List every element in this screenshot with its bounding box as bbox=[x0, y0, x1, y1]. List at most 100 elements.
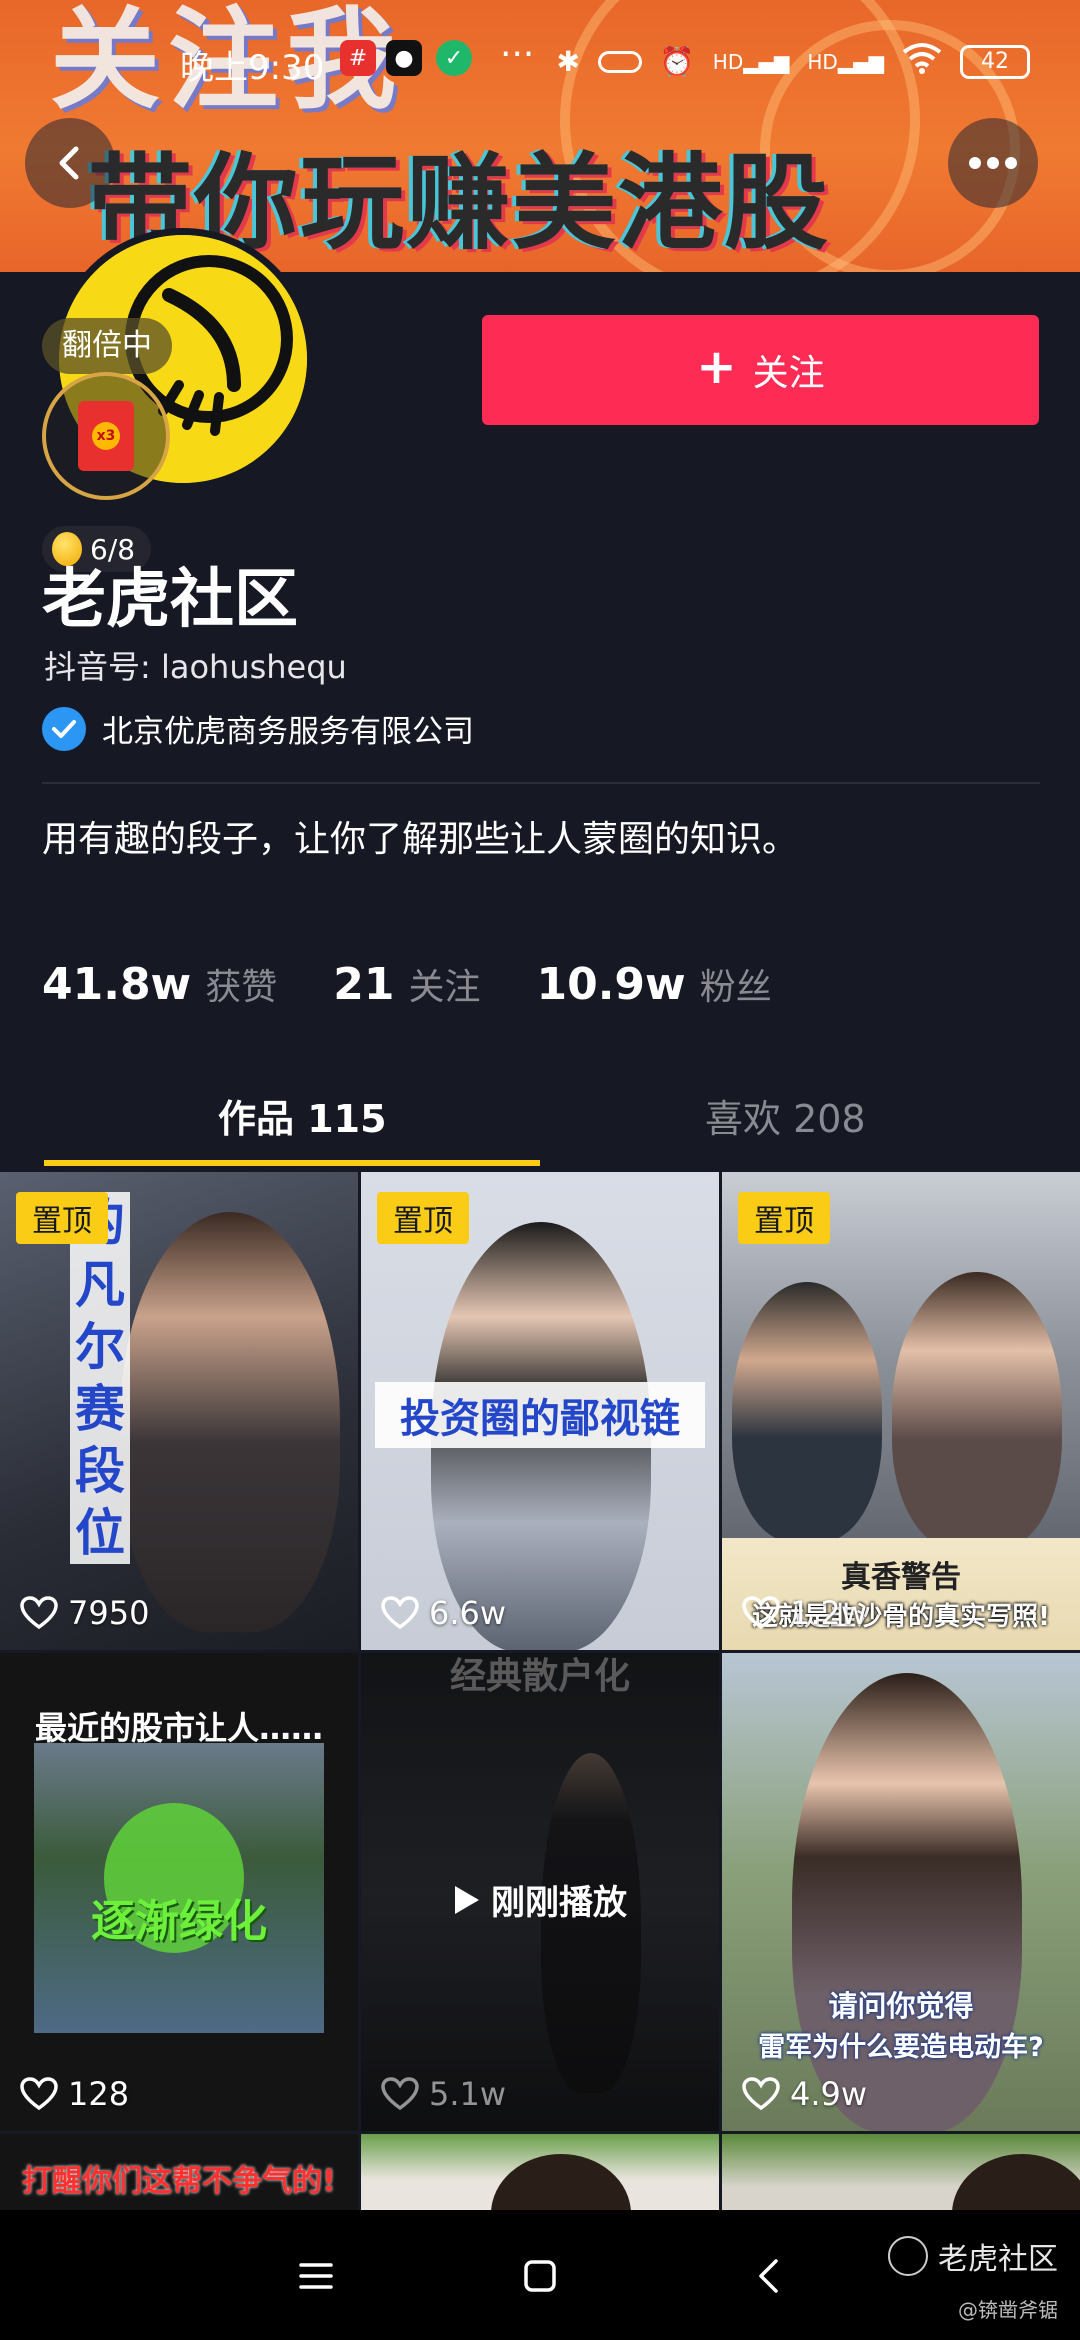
back-button[interactable] bbox=[25, 118, 115, 208]
video-tile[interactable]: 的凡尔赛段位 置顶 7950 bbox=[0, 1172, 358, 1650]
like-count: 7950 bbox=[20, 1594, 149, 1632]
stat-value: 41.8w bbox=[42, 959, 192, 1010]
watermark-sub: @锛凿斧锯 bbox=[958, 2298, 1058, 2322]
pinned-badge: 置顶 bbox=[16, 1192, 108, 1244]
like-count-value: 6.6w bbox=[429, 1594, 507, 1632]
heart-icon bbox=[742, 1596, 780, 1630]
status-bar: 晚上9:30 # ● ✓ ··· ✱ ⏰ HD▂▄▆ HD▂▄▆ 42 bbox=[0, 30, 1080, 90]
watermark: 老虎社区 bbox=[888, 2234, 1058, 2278]
verified-org-name: 北京优虎商务服务有限公司 bbox=[102, 714, 474, 750]
chevron-left-icon bbox=[759, 2259, 778, 2293]
doubling-badge[interactable]: 翻倍中 bbox=[42, 318, 172, 374]
play-icon bbox=[455, 1885, 479, 1914]
video-tile[interactable]: 最近的股市让人…… 逐渐绿化 128 bbox=[0, 1653, 358, 2131]
home-button[interactable] bbox=[512, 2248, 568, 2304]
stat-label: 获赞 bbox=[205, 967, 278, 1008]
video-caption: 打醒你们这帮不争气的! bbox=[22, 2164, 336, 2199]
alarm-icon: ⏰ bbox=[659, 45, 695, 78]
stat-likes[interactable]: 41.8w 获赞 bbox=[42, 958, 277, 1010]
home-square-icon bbox=[524, 2260, 556, 2292]
video-thumbnail bbox=[892, 1272, 1062, 1552]
like-count-value: 1.2w bbox=[790, 1594, 868, 1632]
douyin-id[interactable]: 抖音号: laohushequ bbox=[44, 642, 347, 688]
app-notification-icon: # bbox=[340, 40, 376, 76]
video-thumbnail bbox=[732, 1282, 882, 1542]
like-count-value: 7950 bbox=[68, 1594, 150, 1632]
video-thumbnail bbox=[491, 2154, 631, 2210]
stat-value: 21 bbox=[333, 959, 395, 1010]
just-played-label: 刚刚播放 bbox=[361, 1875, 719, 1924]
status-icons: ✱ ⏰ HD▂▄▆ HD▂▄▆ 42 bbox=[556, 42, 1030, 81]
heart-icon bbox=[381, 2077, 419, 2111]
bluetooth-icon: ✱ bbox=[556, 45, 580, 78]
chevron-left-icon bbox=[59, 146, 79, 180]
watermark-text: 老虎社区 bbox=[938, 2242, 1058, 2277]
stat-following[interactable]: 21 关注 bbox=[333, 958, 480, 1010]
hd-label: HD bbox=[807, 49, 838, 74]
qq-icon: ● bbox=[386, 40, 422, 76]
video-tile[interactable] bbox=[722, 2134, 1080, 2210]
video-tile[interactable]: 打醒你们这帮不争气的! bbox=[0, 2134, 358, 2210]
like-count: 4.9w bbox=[742, 2075, 867, 2113]
video-tile[interactable]: 真香警告 这就是韭沙骨的真实写照! 置顶 1.2w bbox=[722, 1172, 1080, 1650]
heart-icon bbox=[742, 2077, 780, 2111]
signal-icon: HD▂▄▆ bbox=[712, 49, 790, 74]
like-count-value: 4.9w bbox=[790, 2075, 868, 2113]
back-nav-button[interactable] bbox=[740, 2248, 796, 2304]
red-packet-icon: x3 bbox=[78, 401, 134, 471]
profile-bio: 用有趣的段子，让你了解那些让人蒙圈的知识。 bbox=[42, 819, 799, 860]
video-caption: 雷军为什么要造电动车? bbox=[758, 2032, 1044, 2063]
stat-label: 关注 bbox=[408, 967, 481, 1008]
shield-icon: ✓ bbox=[436, 40, 472, 76]
divider bbox=[42, 782, 1040, 784]
wifi-icon bbox=[902, 42, 942, 81]
video-tile[interactable] bbox=[361, 2134, 719, 2210]
verified-check-icon bbox=[42, 706, 86, 751]
video-caption: 投资圈的鄙视链 bbox=[375, 1382, 705, 1448]
watermark-logo-icon bbox=[888, 2236, 928, 2276]
heart-icon bbox=[20, 2077, 58, 2111]
menu-button[interactable] bbox=[288, 2248, 344, 2304]
system-nav-bar: 老虎社区 @锛凿斧锯 bbox=[0, 2210, 1080, 2340]
signal-icon: HD▂▄▆ bbox=[807, 49, 884, 74]
like-count: 128 bbox=[20, 2075, 129, 2113]
menu-icon bbox=[299, 2263, 333, 2289]
video-thumbnail bbox=[952, 2154, 1080, 2210]
heart-icon bbox=[381, 1596, 419, 1630]
tab-likes[interactable]: 喜欢 208 bbox=[705, 1088, 866, 1143]
more-dots-icon bbox=[969, 157, 1017, 169]
pinned-badge: 置顶 bbox=[738, 1192, 830, 1244]
hd-label: HD bbox=[712, 49, 744, 74]
pinned-badge: 置顶 bbox=[377, 1192, 469, 1244]
more-options-button[interactable] bbox=[948, 118, 1038, 208]
video-caption: 逐渐绿化 bbox=[91, 1896, 267, 1947]
status-time: 晚上9:30 bbox=[180, 48, 325, 88]
video-tile[interactable]: 经典散户化 刚刚播放 5.1w bbox=[361, 1653, 719, 2131]
video-caption: 的凡尔赛段位 bbox=[70, 1192, 130, 1564]
follow-button[interactable]: + 关注 bbox=[482, 315, 1039, 425]
video-tile[interactable]: 请问你觉得 雷军为什么要造电动车? 4.9w bbox=[722, 1653, 1080, 2131]
profile-tabs: 作品 115 喜欢 208 bbox=[0, 1080, 1080, 1170]
stat-label: 粉丝 bbox=[699, 967, 772, 1008]
just-played-text: 刚刚播放 bbox=[491, 1883, 627, 1923]
like-count: 5.1w bbox=[381, 2075, 506, 2113]
stat-followers[interactable]: 10.9w 粉丝 bbox=[536, 958, 771, 1010]
plus-icon: + bbox=[696, 339, 737, 395]
tab-works[interactable]: 作品 115 bbox=[218, 1088, 387, 1143]
like-count: 6.6w bbox=[381, 1594, 506, 1632]
profile-name: 老虎社区 bbox=[42, 563, 298, 637]
battery-icon: 42 bbox=[960, 44, 1030, 79]
toggle-icon bbox=[597, 50, 642, 73]
like-count-value: 5.1w bbox=[429, 2075, 507, 2113]
like-count-value: 128 bbox=[68, 2075, 130, 2113]
red-packet-button[interactable]: x3 bbox=[42, 372, 170, 500]
follow-label: 关注 bbox=[752, 353, 825, 394]
verified-organization[interactable]: 北京优虎商务服务有限公司 bbox=[42, 706, 474, 751]
multiplier-label: x3 bbox=[92, 422, 120, 450]
like-count: 1.2w bbox=[742, 1594, 867, 1632]
heart-icon bbox=[20, 1596, 58, 1630]
video-caption: 真香警告 bbox=[841, 1560, 961, 1595]
video-caption: 请问你觉得 bbox=[828, 1989, 974, 2023]
active-tab-indicator bbox=[44, 1160, 540, 1166]
video-tile[interactable]: 投资圈的鄙视链 置顶 6.6w bbox=[361, 1172, 719, 1650]
